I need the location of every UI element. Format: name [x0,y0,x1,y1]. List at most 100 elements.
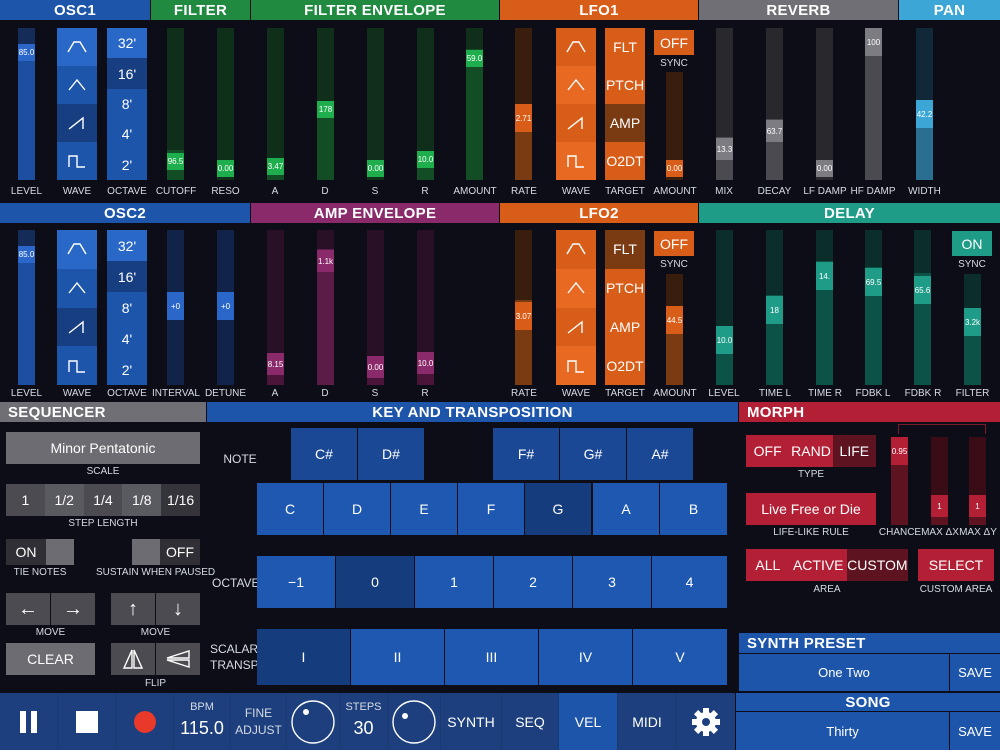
note-d-key[interactable]: D [324,483,390,535]
note-f-key[interactable]: F [458,483,524,535]
saw-wave-icon[interactable] [556,308,596,347]
scalar-option[interactable]: V [633,629,727,685]
octave-option[interactable]: −1 [257,556,335,608]
scalar-option[interactable]: IV [539,629,632,685]
lfo2-sync-toggle[interactable]: OFF [654,231,694,256]
octave-option[interactable]: 1 [415,556,493,608]
amp-env-s-slider[interactable]: 0.00 [367,230,384,385]
song-name[interactable]: Thirty [736,712,949,750]
amp-env-r-slider[interactable]: 10.0 [417,230,434,385]
note-e-key[interactable]: E [391,483,457,535]
record-button[interactable] [116,693,173,750]
lfo1-sync-toggle[interactable]: OFF [654,30,694,55]
square-wave-icon[interactable] [57,142,97,180]
note-asharp-key[interactable]: A# [627,428,693,480]
lfo2-target-option[interactable]: O2DT [605,346,645,385]
step-length-option[interactable]: 1/2 [44,484,84,516]
reverb-lfdamp-slider[interactable]: 0.00 [816,28,833,180]
sine-wave-icon[interactable] [556,28,596,66]
pause-button[interactable] [0,693,57,750]
note-c-key[interactable]: C [257,483,323,535]
octave-option[interactable]: 2 [494,556,572,608]
morph-area-option[interactable]: ALL [746,549,790,581]
filter-reso-slider[interactable]: 0.00 [217,28,234,180]
reverb-mix-slider[interactable]: 13.3 [716,28,733,180]
triangle-wave-icon[interactable] [556,66,596,104]
osc2-octave-option[interactable]: 32' [107,230,147,261]
osc2-detune-slider[interactable]: +0 [217,230,234,385]
lfo2-target-option[interactable]: PTCH [605,269,645,308]
osc1-octave-option[interactable]: 8' [107,89,147,119]
osc2-octave-option[interactable]: 4' [107,323,147,354]
triangle-wave-icon[interactable] [57,269,97,308]
morph-type-option[interactable]: RAND [789,435,833,467]
scalar-option[interactable]: II [351,629,444,685]
morph-area-selector[interactable]: ALL ACTIVE CUSTOM [746,549,908,581]
osc1-wave-selector[interactable] [57,28,97,180]
lfo2-target-option[interactable]: FLT [605,230,645,269]
osc2-interval-slider[interactable]: +0 [167,230,184,385]
osc1-octave-selector[interactable]: 32' 16' 8' 4' 2' [107,28,147,180]
tab-seq[interactable]: SEQ [502,693,558,750]
lfo1-amount-slider[interactable]: 0.00 [666,72,683,180]
octave-option[interactable]: 0 [336,556,414,608]
lfo2-wave-selector[interactable] [556,230,596,385]
step-length-option[interactable]: 1/16 [161,484,200,516]
flip-horizontal-button[interactable] [111,643,155,675]
note-fsharp-key[interactable]: F# [493,428,559,480]
steps-knob[interactable] [388,693,440,750]
lfo1-target-option[interactable]: O2DT [605,142,645,180]
filter-env-r-slider[interactable]: 10.0 [417,28,434,180]
move-right-button[interactable]: → [51,593,95,625]
octave-option[interactable]: 3 [573,556,651,608]
lfo1-target-option[interactable]: PTCH [605,66,645,104]
synth-preset-save-button[interactable]: SAVE [950,654,1000,691]
lfo2-amount-slider[interactable]: 44.5 [666,274,683,385]
sine-wave-icon[interactable] [57,28,97,66]
lfo1-wave-selector[interactable] [556,28,596,180]
filter-env-s-slider[interactable]: 0.00 [367,28,384,180]
delay-filter-slider[interactable]: 3.2k [964,274,981,385]
scalar-option[interactable]: I [257,629,350,685]
delay-timel-slider[interactable]: 18 [766,230,783,385]
triangle-wave-icon[interactable] [57,66,97,104]
saw-wave-icon[interactable] [57,307,97,347]
note-g-key[interactable]: G [525,483,591,535]
lfo2-target-option[interactable]: AMP [605,308,645,347]
step-length-selector[interactable]: 1 1/2 1/4 1/8 1/16 [6,484,200,516]
lfo1-rate-slider[interactable]: 2.71 [515,28,532,180]
note-csharp-key[interactable]: C# [291,428,357,480]
square-wave-icon[interactable] [57,346,97,385]
settings-button[interactable] [677,693,735,750]
note-dsharp-key[interactable]: D# [358,428,424,480]
lfo2-rate-slider[interactable]: 3.07 [515,230,532,385]
osc1-octave-option[interactable]: 4' [107,119,147,149]
lfo2-target-selector[interactable]: FLT PTCH AMP O2DT [605,230,645,385]
amp-env-a-slider[interactable]: 8.15 [267,230,284,385]
lfo1-target-selector[interactable]: FLT PTCH AMP O2DT [605,28,645,180]
tab-midi[interactable]: MIDI [618,693,676,750]
square-wave-icon[interactable] [556,142,596,180]
move-down-button[interactable]: ↓ [156,593,200,625]
osc2-level-slider[interactable]: 85.0 [18,230,35,385]
morph-maxdy-slider[interactable]: 1 [969,437,986,525]
note-gsharp-key[interactable]: G# [560,428,626,480]
osc1-octave-option[interactable]: 32' [107,28,147,59]
fine-adjust-button[interactable]: FINE ADJUST [231,693,286,750]
flip-vertical-button[interactable] [156,643,200,675]
saw-wave-icon[interactable] [556,104,596,142]
step-length-option[interactable]: 1/8 [122,484,162,516]
filter-env-a-slider[interactable]: 3.47 [267,28,284,180]
morph-type-option[interactable]: LIFE [832,435,876,467]
triangle-wave-icon[interactable] [556,268,596,308]
reverb-decay-slider[interactable]: 63.7 [766,28,783,180]
amp-env-d-slider[interactable]: 1.1k [317,230,334,385]
delay-timer-slider[interactable]: 14. [816,230,833,385]
morph-maxdx-slider[interactable]: 1 [931,437,948,525]
step-length-option[interactable]: 1 [6,484,45,516]
morph-select-button[interactable]: SELECT [918,549,994,581]
life-rule-selector[interactable]: Live Free or Die [746,493,876,525]
steps-control[interactable]: STEPS 30 [340,693,387,750]
morph-type-option[interactable]: OFF [746,435,790,467]
morph-area-option[interactable]: ACTIVE [789,549,847,581]
